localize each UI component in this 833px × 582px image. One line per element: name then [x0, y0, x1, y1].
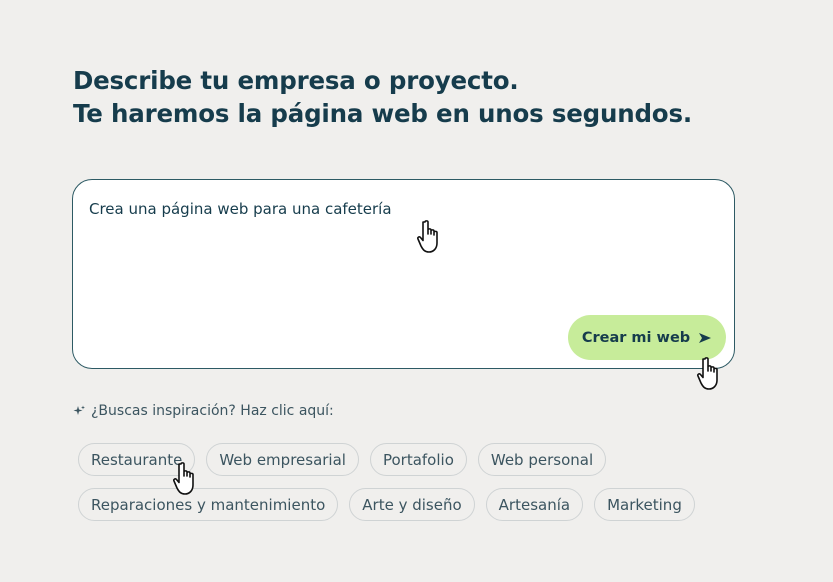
- chip-portafolio[interactable]: Portafolio: [369, 443, 467, 476]
- chip-web-empresarial[interactable]: Web empresarial: [206, 443, 359, 476]
- chip-web-personal[interactable]: Web personal: [477, 443, 607, 476]
- inspiration-hint-label: ¿Buscas inspiración? Haz clic aquí:: [91, 403, 334, 419]
- chip-arte-diseno[interactable]: Arte y diseño: [349, 488, 475, 521]
- chip-reparaciones[interactable]: Reparaciones y mantenimiento: [78, 488, 339, 521]
- chip-restaurante[interactable]: Restaurante: [78, 443, 196, 476]
- sparkle-icon: [73, 405, 85, 415]
- chip-row-1: Restaurante Web empresarial Portafolio W…: [78, 443, 718, 476]
- chip-marketing[interactable]: Marketing: [594, 488, 695, 521]
- chip-artesania[interactable]: Artesanía: [485, 488, 584, 521]
- create-website-button-label: Crear mi web: [581, 329, 691, 346]
- inspiration-hint: ¿Buscas inspiración? Haz clic aquí:: [73, 403, 334, 419]
- inspiration-chips: Restaurante Web empresarial Portafolio W…: [78, 443, 718, 533]
- headline-line-1: Describe tu empresa o proyecto.: [73, 66, 519, 95]
- headline-line-2: Te haremos la página web en unos segundo…: [73, 99, 692, 128]
- page-headline: Describe tu empresa o proyecto. Te harem…: [73, 64, 692, 130]
- prompt-input-box[interactable]: Crea una página web para una cafetería C…: [72, 179, 735, 369]
- prompt-input-text[interactable]: Crea una página web para una cafetería: [89, 200, 392, 218]
- chip-row-2: Reparaciones y mantenimiento Arte y dise…: [78, 488, 718, 521]
- send-arrow-icon: [699, 332, 712, 343]
- create-website-button[interactable]: Crear mi web: [568, 315, 726, 360]
